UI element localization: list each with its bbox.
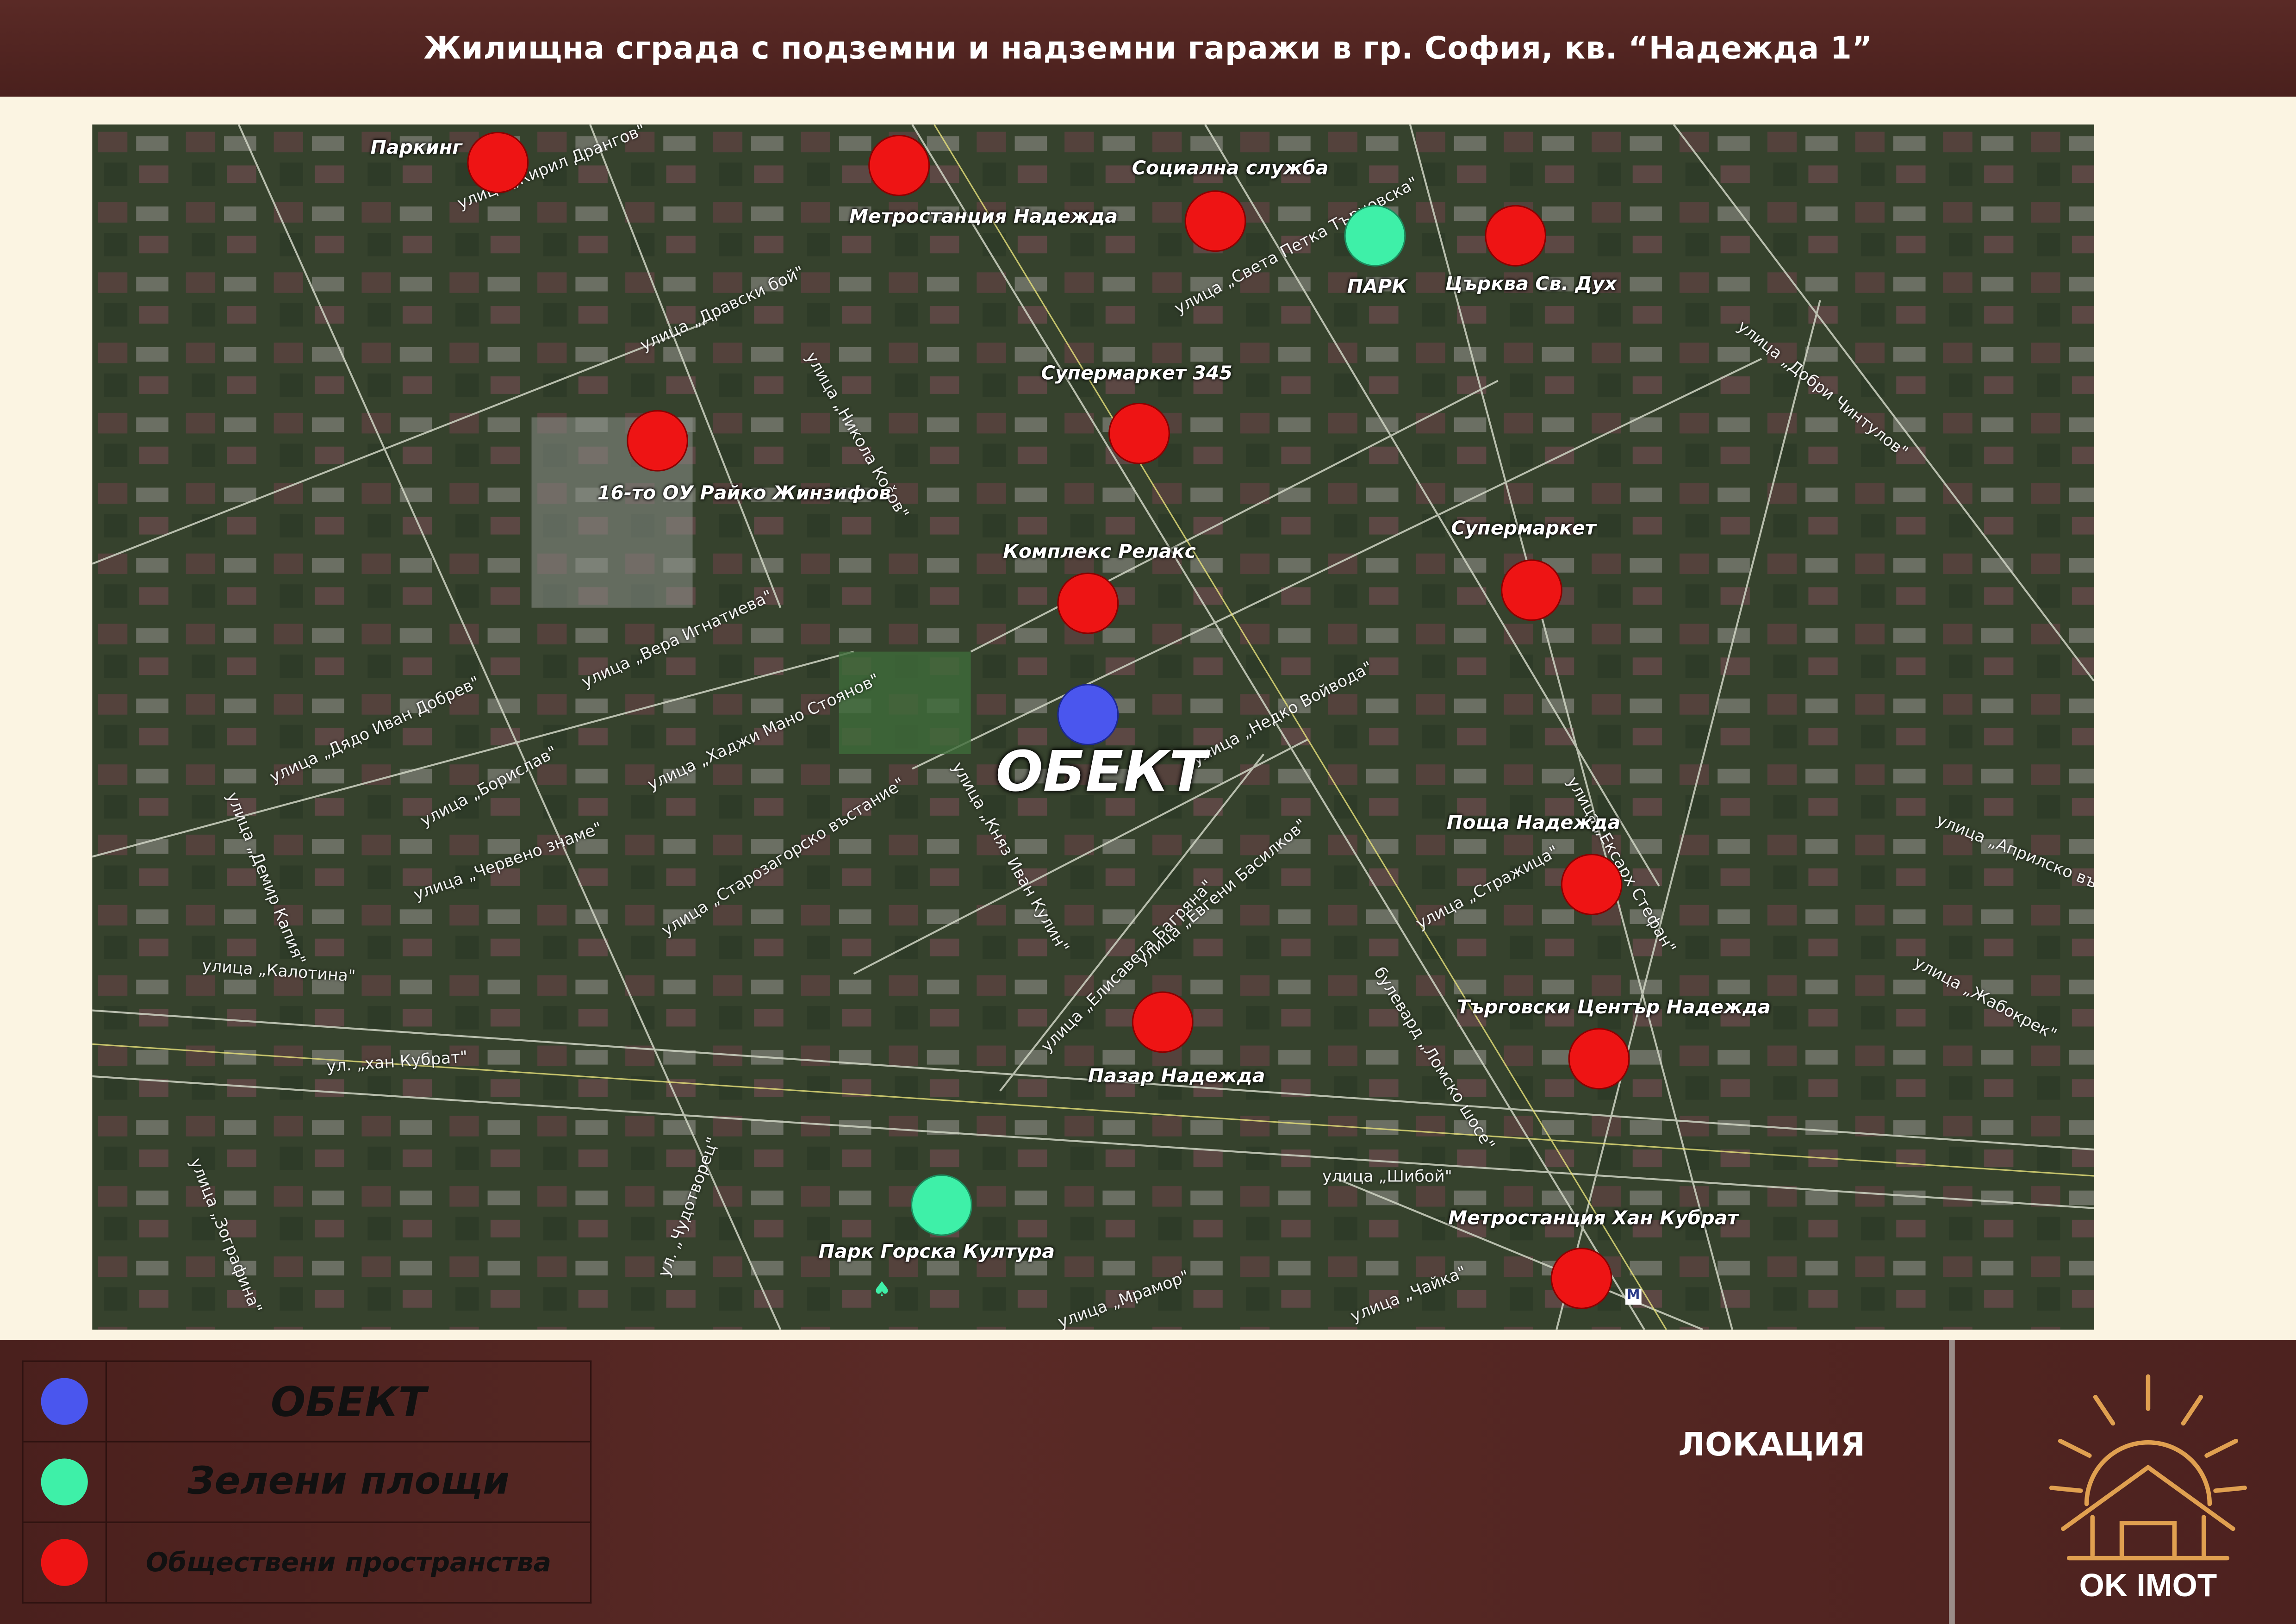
poi-label-complex-relax: Комплекс Релакс: [1003, 542, 1196, 564]
marker-shopping-center[interactable]: [1568, 1028, 1630, 1090]
section-label: ЛОКАЦИЯ: [1678, 1428, 1866, 1465]
legend-label-public: Обществени пространства: [105, 1521, 592, 1604]
marker-metro-han-kubrat[interactable]: [1550, 1248, 1612, 1309]
legend-label-green: Зелени площи: [105, 1441, 592, 1523]
poi-label-park-gorska: Парк Горска Култура: [818, 1242, 1055, 1264]
footer-divider: [1949, 1340, 1955, 1624]
poi-label-supermarket-345: Супермаркет 345: [1041, 363, 1232, 385]
poi-label-metro-han-kubrat: Метростанция Хан Кубрат: [1448, 1208, 1739, 1230]
legend-swatch-object: [41, 1378, 88, 1425]
ok-imot-logo: OK IMOT: [2049, 1374, 2247, 1603]
location-map[interactable]: улица „Кирил Дрангов" улица „Дравски бой…: [92, 124, 2094, 1330]
poi-label-school: 16-то ОУ Райко Жинзифов: [597, 483, 891, 506]
marker-church[interactable]: [1485, 205, 1547, 267]
poi-label-supermarket: Супермаркет: [1451, 518, 1596, 541]
poi-label-social-service: Социална служба: [1132, 158, 1329, 181]
marker-supermarket-345[interactable]: [1108, 402, 1170, 464]
tree-icon: ♠: [872, 1278, 891, 1302]
marker-market[interactable]: [1132, 991, 1194, 1053]
legend: ОБЕКТ Зелени площи Обществени пространст…: [22, 1360, 592, 1604]
page: Жилищна сграда с подземни и надземни гар…: [0, 0, 2296, 1624]
marker-post[interactable]: [1561, 854, 1623, 915]
legend-row: Зелени площи: [22, 1441, 592, 1523]
legend-swatch-public: [41, 1539, 88, 1586]
logo-text: OK IMOT: [2079, 1567, 2217, 1603]
marker-park[interactable]: [1344, 205, 1406, 267]
legend-label-object: ОБЕКТ: [105, 1360, 592, 1443]
marker-park-gorska[interactable]: [910, 1174, 972, 1236]
poi-label-park: ПАРК: [1347, 276, 1407, 299]
poi-label-parking: Паркинг: [370, 137, 462, 160]
marker-object[interactable]: [1057, 684, 1119, 746]
poi-label-church: Църква Св. Дух: [1445, 274, 1617, 296]
object-label: ОБЕКТ: [996, 739, 1207, 804]
legend-swatch-green: [41, 1458, 88, 1505]
marker-complex-relax[interactable]: [1057, 572, 1119, 634]
page-title: Жилищна сграда с подземни и надземни гар…: [0, 0, 2296, 97]
poi-label-market: Пазар Надежда: [1088, 1066, 1265, 1088]
legend-row: Обществени пространства: [22, 1521, 592, 1604]
poi-label-post: Поща Надежда: [1446, 812, 1621, 835]
street-label: улица „Шибой": [1322, 1167, 1452, 1187]
marker-parking[interactable]: [467, 131, 529, 194]
poi-label-metro-nadezhda: Метростанция Надежда: [849, 206, 1118, 229]
marker-metro-nadezhda[interactable]: [868, 135, 930, 196]
poi-label-shopping-center: Търговски Център Надежда: [1457, 997, 1771, 1019]
marker-social-service[interactable]: [1184, 190, 1246, 252]
marker-supermarket[interactable]: [1500, 559, 1562, 621]
marker-school[interactable]: [627, 410, 689, 472]
legend-row: ОБЕКТ: [22, 1360, 592, 1443]
metro-icon: M: [1625, 1288, 1642, 1305]
